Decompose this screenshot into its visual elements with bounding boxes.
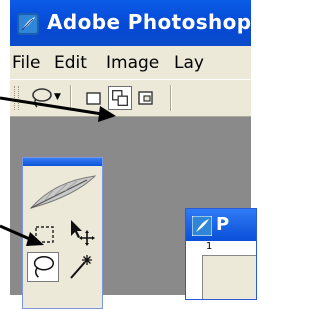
rectangular-marquee-icon[interactable] [29,220,61,250]
toolbox [22,157,103,309]
document-title-bar[interactable]: P [186,209,256,241]
subtract-from-selection-icon[interactable] [134,86,158,110]
menu-layer[interactable]: Lay [174,53,204,73]
menu-image[interactable]: Image [106,53,159,73]
photoshop-document-icon [192,216,212,236]
new-selection-icon[interactable] [82,86,106,110]
feather-icon[interactable] [25,170,99,214]
document-window[interactable]: P 1 [185,208,257,300]
options-bar-grip[interactable] [14,86,19,110]
tool-preset-lasso-icon[interactable] [28,86,54,112]
ruler-tick-label: 1 [206,241,213,252]
lasso-icon [33,255,55,278]
tool-preset-dropdown-icon[interactable]: ▼ [54,92,61,102]
title-bar: Adobe Photoshop [10,0,251,46]
ruler-origin[interactable] [186,241,205,256]
options-separator [170,85,171,111]
document-title: P [216,214,230,235]
toolbox-header[interactable] [23,158,102,166]
menu-file[interactable]: File [12,53,40,73]
options-separator [70,85,71,111]
magic-wand-icon[interactable] [65,252,97,282]
lasso-tool-button[interactable] [27,252,59,282]
add-to-selection-icon [112,90,128,106]
photoshop-feather-icon [17,13,39,35]
menu-edit[interactable]: Edit [54,53,87,73]
add-to-selection-button[interactable] [108,86,132,110]
window-title: Adobe Photoshop [47,10,251,34]
horizontal-ruler[interactable]: 1 [204,241,256,256]
options-bar: ▼ [10,79,251,117]
menu-bar: File Edit Image Lay [10,46,251,79]
move-tool-icon[interactable] [65,216,97,246]
vertical-ruler[interactable] [186,255,203,299]
